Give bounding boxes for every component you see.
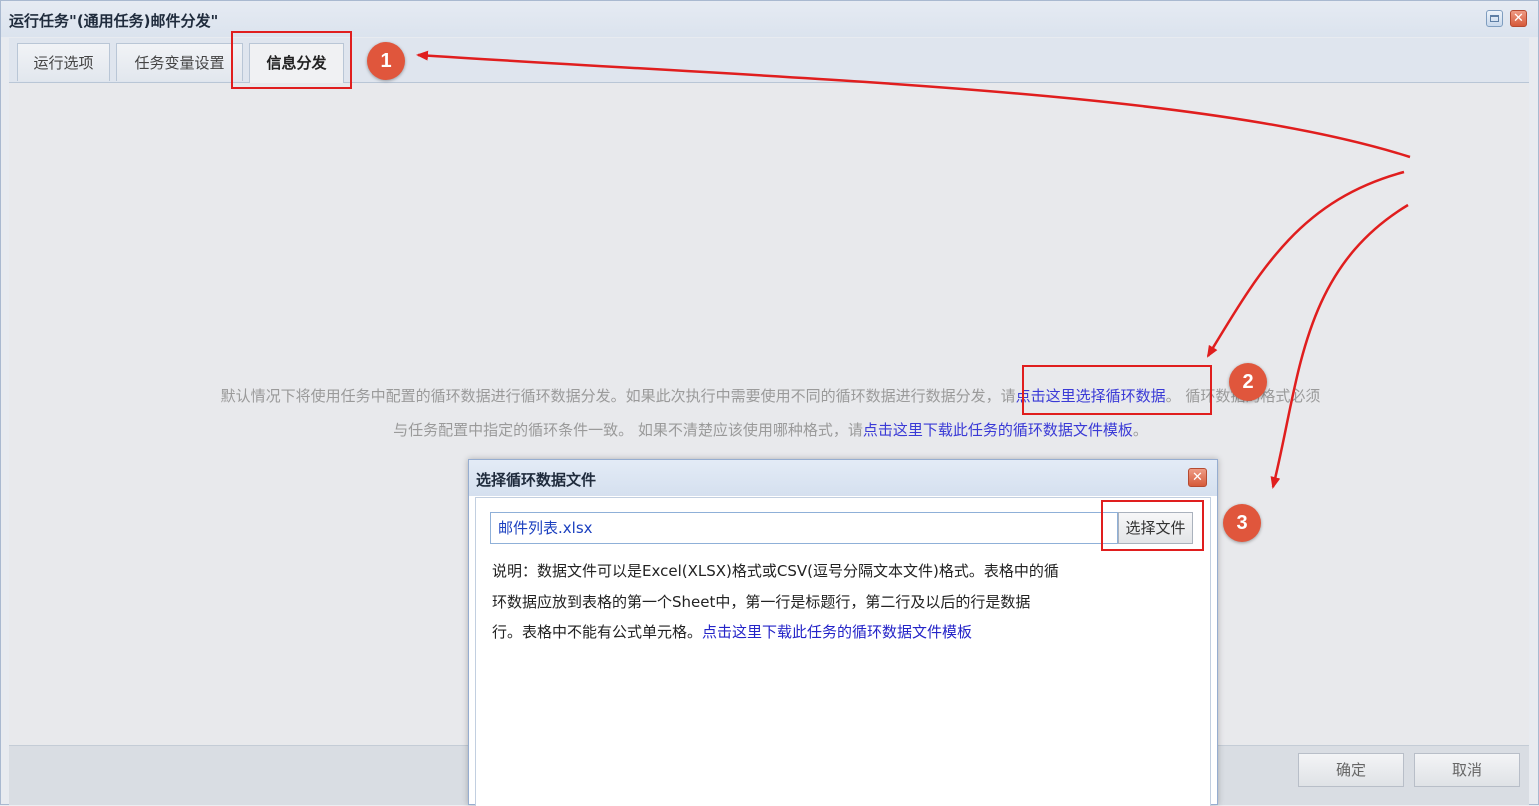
annotation-arrows	[416, 50, 1411, 489]
arrow-3	[1270, 203, 1409, 489]
arrow-1	[416, 50, 1411, 159]
step-badge-2: 2	[1229, 363, 1267, 401]
step-badge-3: 3	[1223, 504, 1261, 542]
step-badge-1: 1	[367, 42, 405, 80]
arrow-2	[1206, 170, 1405, 358]
